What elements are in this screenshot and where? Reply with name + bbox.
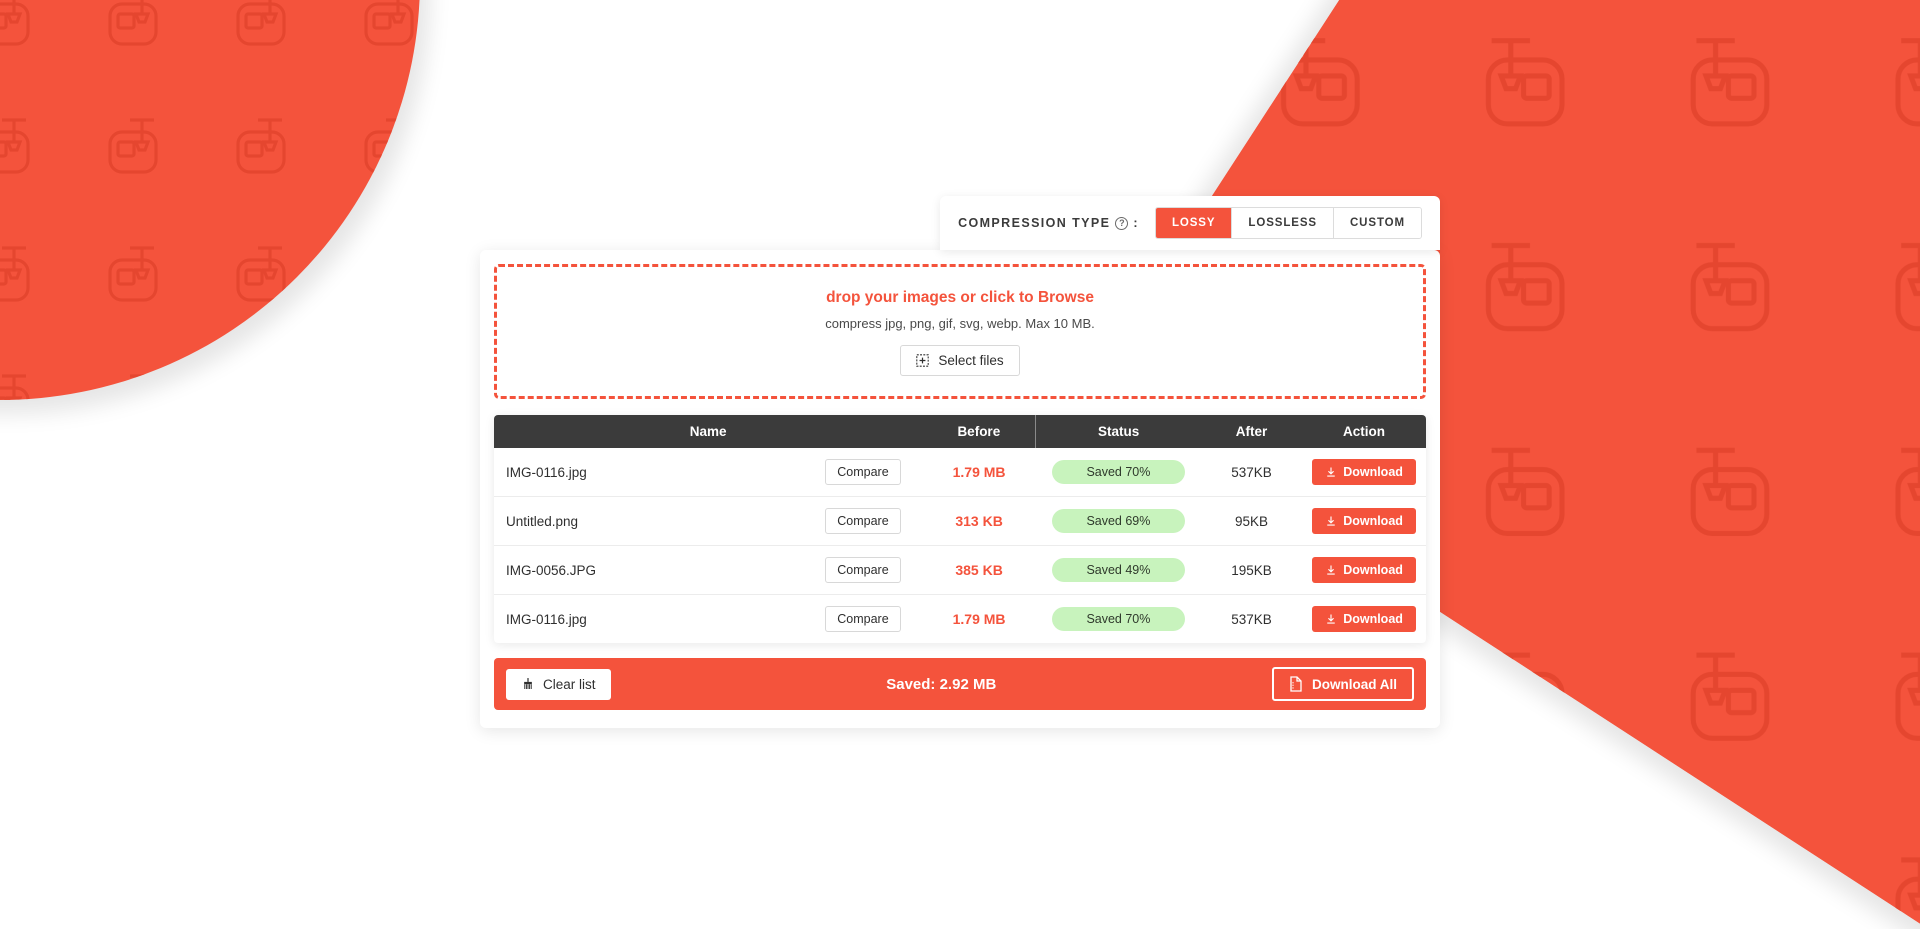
compression-type-options: LOSSY LOSSLESS CUSTOM: [1154, 207, 1422, 239]
dropzone[interactable]: drop your images or click to Browse comp…: [494, 264, 1426, 399]
column-header-name: Name: [689, 424, 727, 439]
cell-file-name: Untitled.png: [494, 496, 804, 546]
compare-button[interactable]: Compare: [825, 557, 901, 583]
column-header-before: Before: [957, 424, 1001, 439]
download-button[interactable]: Download: [1312, 508, 1416, 534]
files-table: Name Before Status After Action IMG-0116…: [494, 415, 1426, 643]
download-icon: [1325, 466, 1337, 478]
cell-before-size: 1.79 MB: [952, 611, 1006, 627]
table-row: IMG-0116.jpg Compare 1.79 MB Saved 70% 537KB…: [494, 448, 1426, 497]
download-button-label: Download: [1343, 563, 1403, 577]
cell-compare: Compare: [804, 595, 923, 644]
compression-type-label: COMPRESSION TYPE ? :: [958, 216, 1139, 230]
cell-status: Saved 70%: [1036, 595, 1201, 644]
compare-button[interactable]: Compare: [825, 508, 901, 534]
cell-after-size: 537KB: [1200, 448, 1303, 497]
cell-file-name: IMG-0056.JPG: [494, 545, 804, 595]
cell-compare: Compare: [803, 496, 923, 546]
download-icon: [1325, 613, 1337, 625]
decorative-blob-left: [0, 0, 420, 400]
compression-option-custom[interactable]: CUSTOM: [1333, 208, 1421, 238]
help-icon[interactable]: ?: [1115, 216, 1129, 230]
download-all-button[interactable]: Download All: [1272, 667, 1414, 701]
cell-compare: Compare: [803, 545, 923, 595]
cell-action: Download: [1302, 496, 1426, 546]
cell-after-size: 195KB: [1200, 545, 1303, 595]
saved-total-label: Saved: 2.92 MB: [886, 675, 997, 693]
status-badge: Saved 70%: [1051, 607, 1185, 631]
cell-compare: Compare: [803, 448, 923, 497]
cell-action: Download: [1302, 448, 1426, 497]
cell-action: Download: [1302, 595, 1426, 644]
clamp-pattern-left: [0, 0, 420, 400]
broom-icon: [521, 677, 535, 691]
file-icon: [1289, 676, 1303, 692]
download-button-label: Download: [1343, 514, 1403, 528]
cell-status: Saved 49%: [1035, 545, 1201, 595]
cell-before-size: 313 KB: [922, 496, 1036, 546]
select-files-button[interactable]: Select files: [900, 345, 1020, 376]
table-row: IMG-0056.JPG Compare 385 KB Saved 49% 195KB D…: [494, 545, 1426, 595]
cell-before-size: 1.79 MB: [922, 448, 1036, 497]
compression-option-lossless[interactable]: LOSSLESS: [1232, 208, 1334, 238]
compression-colon: :: [1133, 216, 1139, 230]
column-header-status: Status: [1035, 415, 1201, 448]
download-button-label: Download: [1343, 612, 1403, 626]
status-badge: Saved 70%: [1051, 460, 1185, 484]
files-table-head: Name Before Status After Action: [494, 415, 1426, 448]
compression-type-panel: COMPRESSION TYPE ? : LOSSY LOSSLESS CUST…: [940, 196, 1440, 250]
download-button-label: Download: [1343, 465, 1403, 479]
dropzone-title: drop your images or click to Browse: [826, 289, 1094, 306]
files-table-panel: Name Before Status After Action IMG-0116…: [494, 415, 1426, 643]
cell-file-name: IMG-0116.jpg: [494, 448, 804, 497]
table-row: Untitled.png Compare 313 KB Saved 69% 95KB Do…: [494, 496, 1426, 546]
column-header-after: After: [1235, 424, 1268, 439]
compare-button[interactable]: Compare: [825, 459, 901, 485]
table-row: IMG-0116.jpg Compare 1.79 MB Saved 70% 537KB…: [494, 595, 1426, 644]
download-button[interactable]: Download: [1312, 459, 1416, 485]
select-files-label: Select files: [938, 353, 1004, 368]
cell-status: Saved 69%: [1035, 496, 1201, 546]
compression-type-text: COMPRESSION TYPE: [958, 216, 1111, 230]
download-all-label: Download All: [1312, 676, 1397, 692]
status-badge: Saved 69%: [1051, 509, 1185, 533]
column-header-action: Action: [1343, 424, 1386, 439]
cell-after-size: 95KB: [1200, 496, 1303, 546]
files-table-body: IMG-0116.jpg Compare 1.79 MB Saved 70% 537KB…: [494, 448, 1426, 643]
compare-button[interactable]: Compare: [825, 606, 901, 632]
clear-list-button[interactable]: Clear list: [506, 668, 611, 700]
cell-after-size: 537KB: [1231, 611, 1272, 627]
download-button[interactable]: Download: [1312, 557, 1416, 583]
page-root: COMPRESSION TYPE ? : LOSSY LOSSLESS CUST…: [0, 0, 1920, 929]
compression-option-lossy[interactable]: LOSSY: [1155, 208, 1233, 238]
clear-list-label: Clear list: [543, 676, 596, 692]
compression-type-row: COMPRESSION TYPE ? : LOSSY LOSSLESS CUST…: [480, 196, 1440, 250]
summary-footer: Clear list Saved: 2.92 MB Download All: [494, 658, 1426, 710]
compressor-app: COMPRESSION TYPE ? : LOSSY LOSSLESS CUST…: [480, 196, 1440, 728]
cell-before-size: 385 KB: [922, 545, 1036, 595]
cell-action: Download: [1302, 545, 1426, 595]
status-badge: Saved 49%: [1051, 558, 1185, 582]
cell-status: Saved 70%: [1035, 448, 1201, 497]
download-button[interactable]: Download: [1312, 606, 1416, 632]
cell-file-name: IMG-0116.jpg: [506, 611, 587, 627]
main-card: drop your images or click to Browse comp…: [480, 250, 1440, 728]
add-image-icon: [916, 354, 930, 367]
download-icon: [1325, 564, 1337, 576]
download-icon: [1325, 515, 1337, 527]
files-table-header-row: Name Before Status After Action: [494, 415, 1426, 448]
dropzone-subtitle: compress jpg, png, gif, svg, webp. Max 1…: [825, 316, 1095, 331]
